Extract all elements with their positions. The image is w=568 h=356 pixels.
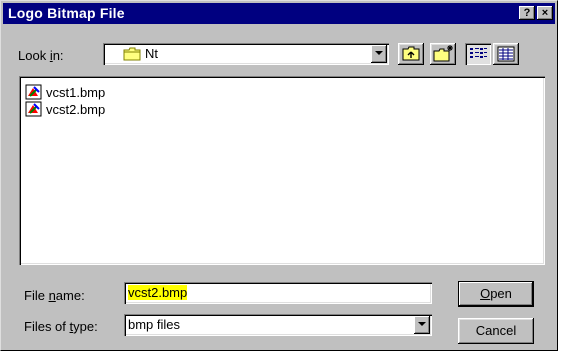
bitmap-file-icon xyxy=(25,84,42,100)
new-folder-icon xyxy=(433,45,453,62)
details-view-icon xyxy=(497,46,515,62)
list-item[interactable]: vcst2.bmp xyxy=(25,100,105,118)
title-bar[interactable]: Logo Bitmap File ? × xyxy=(3,3,555,24)
details-view-button[interactable] xyxy=(493,43,519,65)
look-in-dropdown[interactable]: Nt xyxy=(103,43,389,65)
close-button[interactable]: × xyxy=(537,6,553,20)
list-view-button[interactable] xyxy=(465,43,491,65)
file-name-text: vcst2.bmp xyxy=(46,101,106,117)
file-name-input[interactable]: vcst2.bmp xyxy=(124,282,432,304)
create-new-folder-button[interactable] xyxy=(430,43,456,65)
bitmap-file-icon xyxy=(25,101,42,117)
list-view-icon xyxy=(470,48,487,58)
look-in-label: Look in: xyxy=(18,48,64,63)
folder-icon xyxy=(123,47,141,61)
open-button[interactable]: Open xyxy=(458,281,534,307)
look-in-dropdown-arrow[interactable] xyxy=(371,45,387,63)
file-name-text: vcst1.bmp xyxy=(46,84,106,100)
up-folder-icon xyxy=(402,46,420,61)
file-type-dropdown[interactable]: bmp files xyxy=(124,314,432,336)
file-type-value: bmp files xyxy=(128,317,181,332)
file-type-dropdown-arrow[interactable] xyxy=(414,316,430,334)
look-in-value: Nt xyxy=(145,46,158,61)
up-one-level-button[interactable] xyxy=(398,43,424,65)
file-type-label: Files of type: xyxy=(24,319,98,334)
cancel-button[interactable]: Cancel xyxy=(458,318,534,344)
file-name-label: File name: xyxy=(24,288,85,303)
logo-bitmap-file-dialog: Logo Bitmap File ? × Look in: Nt vcst1.b… xyxy=(0,0,558,351)
list-item[interactable]: vcst1.bmp xyxy=(25,83,105,101)
dialog-title: Logo Bitmap File xyxy=(8,5,125,21)
file-name-value: vcst2.bmp xyxy=(128,285,188,300)
file-list[interactable]: vcst1.bmp vcst2.bmp xyxy=(19,76,545,265)
help-button[interactable]: ? xyxy=(519,6,535,20)
